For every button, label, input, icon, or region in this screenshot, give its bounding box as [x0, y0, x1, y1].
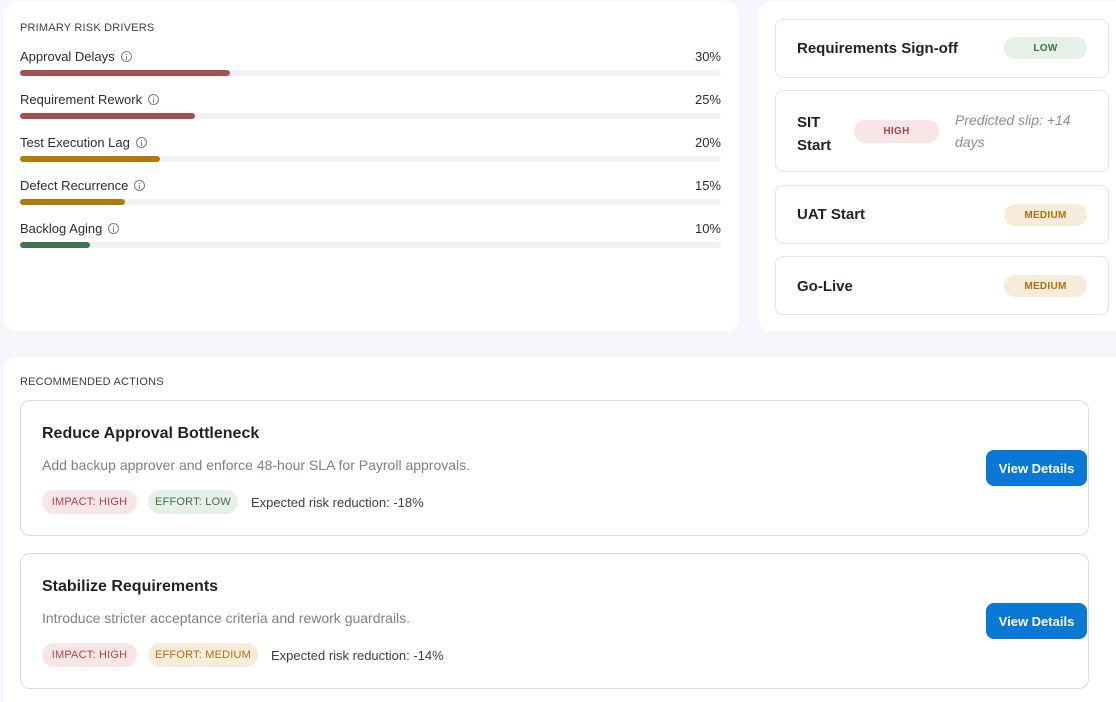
view-details-button[interactable]: View Details — [986, 450, 1087, 486]
impact-chip: IMPACT: HIGH — [42, 490, 137, 514]
milestone-name: UAT Start — [797, 206, 866, 223]
driver-backlog-aging: Backlog Aging 10% — [20, 221, 721, 261]
driver-percent: 30% — [694, 49, 721, 64]
predicted-slip-note: Predicted slip: +14 days — [955, 112, 1071, 150]
view-details-button[interactable]: View Details — [986, 603, 1087, 639]
driver-percent: 25% — [694, 92, 721, 107]
driver-progress-track — [20, 199, 721, 205]
driver-progress-fill — [20, 156, 161, 162]
info-icon[interactable] — [135, 137, 147, 148]
action-card-stabilize-requirements: Stabilize Requirements Introduce stricte… — [20, 553, 1089, 689]
milestones-panel: Requirements Sign-off LOW SIT Start HIGH… — [759, 2, 1116, 331]
impact-chip: IMPACT: HIGH — [42, 643, 137, 667]
driver-percent: 15% — [694, 178, 721, 193]
effort-chip: EFFORT: LOW — [148, 490, 238, 514]
driver-percent: 20% — [694, 135, 721, 150]
info-icon[interactable] — [120, 51, 132, 62]
driver-progress-track — [20, 70, 721, 76]
risk-drivers-title: PRIMARY RISK DRIVERS — [20, 22, 155, 34]
expected-risk-reduction: Expected risk reduction: -14% — [271, 648, 444, 663]
info-icon[interactable] — [134, 180, 146, 191]
milestone-sit-start[interactable]: SIT Start HIGH Predicted slip: +14 days — [775, 90, 1109, 172]
driver-defect-recurrence: Defect Recurrence 15% — [20, 178, 721, 218]
driver-progress-fill — [20, 199, 126, 205]
driver-percent: 10% — [694, 221, 721, 236]
expected-risk-reduction: Expected risk reduction: -18% — [251, 495, 424, 510]
milestone-go-live[interactable]: Go-Live MEDIUM — [775, 256, 1109, 315]
driver-progress-track — [20, 113, 721, 119]
driver-progress-track — [20, 156, 721, 162]
risk-badge-medium: MEDIUM — [1004, 275, 1087, 297]
driver-approval-delays: Approval Delays 30% — [20, 49, 721, 89]
driver-label: Backlog Aging — [20, 221, 103, 236]
info-icon[interactable] — [108, 223, 120, 234]
driver-progress-fill — [20, 113, 196, 119]
recommended-actions-title: RECOMMENDED ACTIONS — [20, 376, 164, 388]
milestone-name: Go-Live — [797, 278, 853, 295]
effort-chip: EFFORT: MEDIUM — [148, 643, 258, 667]
milestone-name: SIT Start — [797, 114, 832, 154]
milestone-uat-start[interactable]: UAT Start MEDIUM — [775, 185, 1109, 244]
action-title: Reduce Approval Bottleneck — [42, 425, 260, 442]
driver-progress-track — [20, 242, 721, 248]
risk-drivers-panel: PRIMARY RISK DRIVERS Approval Delays 30%… — [4, 2, 738, 331]
action-card-reduce-approval-bottleneck: Reduce Approval Bottleneck Add backup ap… — [20, 400, 1089, 536]
action-title: Stabilize Requirements — [42, 578, 219, 595]
driver-label: Test Execution Lag — [20, 135, 130, 150]
action-description: Add backup approver and enforce 48-hour … — [42, 457, 471, 473]
action-description: Introduce stricter acceptance criteria a… — [42, 610, 411, 626]
driver-label: Approval Delays — [20, 49, 115, 64]
driver-test-execution-lag: Test Execution Lag 20% — [20, 135, 721, 175]
driver-label: Requirement Rework — [20, 92, 143, 107]
driver-progress-fill — [20, 70, 231, 76]
milestone-requirements-signoff[interactable]: Requirements Sign-off LOW — [775, 19, 1109, 78]
risk-badge-low: LOW — [1004, 37, 1087, 59]
risk-badge-high: HIGH — [854, 120, 939, 143]
driver-label: Defect Recurrence — [20, 178, 129, 193]
driver-progress-fill — [20, 242, 91, 248]
recommended-actions-panel: RECOMMENDED ACTIONS Reduce Approval Bott… — [4, 357, 1116, 702]
milestone-name: Requirements Sign-off — [797, 40, 958, 57]
info-icon[interactable] — [148, 94, 160, 105]
driver-requirement-rework: Requirement Rework 25% — [20, 92, 721, 132]
risk-badge-medium: MEDIUM — [1004, 204, 1087, 226]
